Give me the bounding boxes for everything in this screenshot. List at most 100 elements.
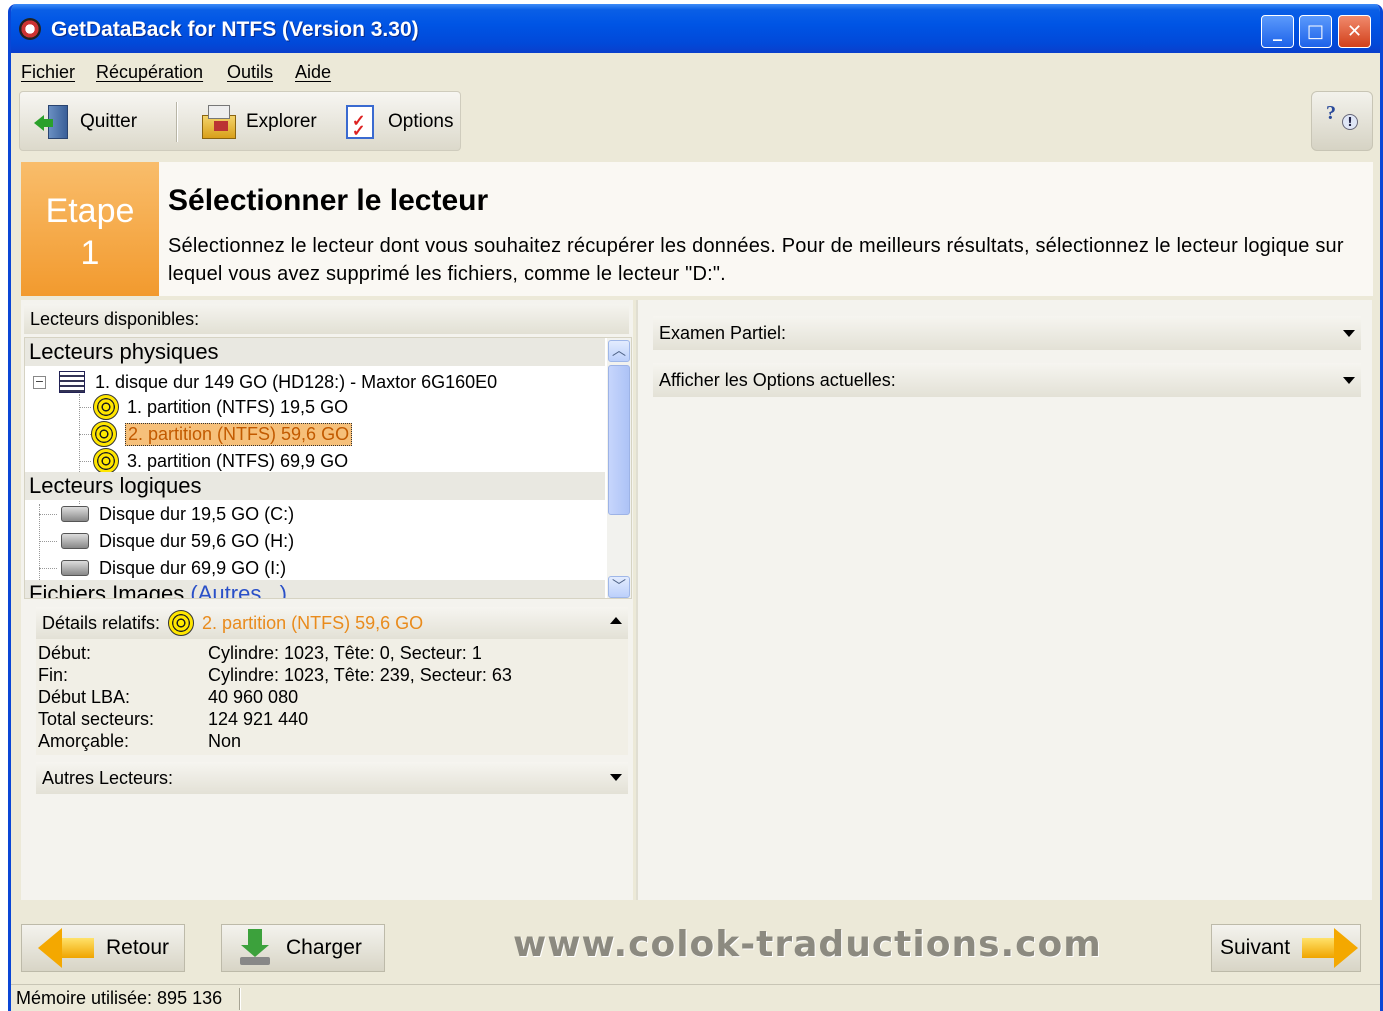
explore-button[interactable]: Explorer xyxy=(200,100,317,144)
next-label: Suivant xyxy=(1220,936,1291,959)
current-options-label: Afficher les Options actuelles: xyxy=(659,370,896,390)
logical-drive-label: Disque dur 59,6 GO (H:) xyxy=(99,530,295,551)
partition-icon xyxy=(168,610,195,636)
next-button[interactable]: Suivant xyxy=(1211,924,1361,972)
tree-connector xyxy=(39,568,57,569)
load-button[interactable]: Charger xyxy=(221,924,385,972)
options-panel: Examen Partiel: Afficher les Options act… xyxy=(636,300,1372,900)
load-label: Charger xyxy=(286,936,362,959)
details-selected: 2. partition (NTFS) 59,6 GO xyxy=(202,612,424,633)
quit-button[interactable]: Quitter xyxy=(34,100,137,144)
collapse-toggle[interactable]: − xyxy=(33,376,46,389)
menu-fichier[interactable]: Fichier xyxy=(21,62,75,83)
tree-item-logical-i[interactable]: Disque dur 69,9 GO (I:) xyxy=(61,555,286,581)
other-drives-label: Autres Lecteurs: xyxy=(42,768,174,788)
arrow-right-icon-body xyxy=(1302,938,1335,958)
details-label: Détails relatifs: xyxy=(42,612,161,633)
status-separator xyxy=(239,988,241,1010)
tree-item-partition-2[interactable]: 2. partition (NTFS) 59,6 GO xyxy=(91,421,353,447)
scroll-up-icon[interactable]: ︿ xyxy=(608,340,630,362)
detail-key: Total secteurs: xyxy=(38,709,155,729)
tree-connector xyxy=(39,504,40,582)
partition-label: 1. partition (NTFS) 19,5 GO xyxy=(127,396,349,417)
close-button[interactable]: ✕ xyxy=(1338,15,1371,48)
detail-value: Cylindre: 1023, Tête: 0, Secteur: 1 xyxy=(208,643,482,663)
menu-aide[interactable]: Aide xyxy=(295,62,331,83)
images-other-link[interactable]: (Autres...) xyxy=(190,581,287,598)
tree-item-partition-3[interactable]: 3. partition (NTFS) 69,9 GO xyxy=(93,448,348,474)
back-button[interactable]: Retour xyxy=(21,924,185,972)
tree-item-physical-disk[interactable]: 1. disque dur 149 GO (HD128:) - Maxtor 6… xyxy=(59,369,497,395)
drives-panel: Lecteurs disponibles: Lecteurs physiques… xyxy=(21,300,633,900)
tree-group-images: Fichiers Images (Autres...) xyxy=(25,580,605,599)
detail-key: Début LBA: xyxy=(38,687,131,707)
options-label: Options xyxy=(388,111,454,132)
other-drives-dropdown[interactable]: Autres Lecteurs: xyxy=(36,762,628,794)
detail-key: Début: xyxy=(38,643,92,663)
current-options-dropdown[interactable]: Afficher les Options actuelles: xyxy=(653,363,1361,397)
step-indicator: Etape 1 xyxy=(21,162,159,296)
arrow-right-icon xyxy=(1334,928,1359,968)
scroll-thumb[interactable] xyxy=(608,365,630,515)
tree-item-partition-1[interactable]: 1. partition (NTFS) 19,5 GO xyxy=(93,394,348,420)
images-group-label: Fichiers Images xyxy=(29,581,185,599)
help-question-icon: ? xyxy=(1326,102,1336,124)
drives-tree[interactable]: Lecteurs physiques − 1. disque dur 149 G… xyxy=(24,337,632,599)
collapse-up-icon[interactable] xyxy=(610,617,622,624)
step-title: Sélectionner le lecteur xyxy=(168,184,489,217)
hard-disk-icon xyxy=(59,371,85,393)
tree-scrollbar[interactable]: ︿ ﹀ xyxy=(607,338,631,598)
partition-icon xyxy=(91,421,117,447)
app-icon xyxy=(19,18,41,40)
details-header[interactable]: Détails relatifs: 2. partition (NTFS) 59… xyxy=(36,607,628,639)
tree-group-logical: Lecteurs logiques xyxy=(25,472,605,500)
maximize-button[interactable]: □ xyxy=(1299,15,1332,48)
partition-icon xyxy=(93,448,119,474)
window-title: GetDataBack for NTFS (Version 3.30) xyxy=(51,18,419,41)
menu-outils[interactable]: Outils xyxy=(227,62,273,83)
tree-item-logical-h[interactable]: Disque dur 59,6 GO (H:) xyxy=(61,528,294,554)
tree-connector xyxy=(39,541,57,542)
physical-disk-label: 1. disque dur 149 GO (HD128:) - Maxtor 6… xyxy=(95,371,498,392)
step-label: Etape xyxy=(45,192,135,230)
step-header: Sélectionner le lecteur Sélectionnez le … xyxy=(159,162,1373,296)
download-arrow-icon xyxy=(240,929,274,967)
help-button[interactable]: ? ! xyxy=(1311,91,1373,151)
scan-dropdown[interactable]: Examen Partiel: xyxy=(653,316,1361,350)
logical-drive-label: Disque dur 19,5 GO (C:) xyxy=(99,503,295,524)
minimize-button[interactable]: _ xyxy=(1261,15,1294,48)
checklist-icon: ✓ ✓ xyxy=(342,103,380,141)
menu-bar: Fichier Récupération Outils Aide xyxy=(11,53,1380,89)
toolbar-separator xyxy=(176,102,178,142)
arrow-left-icon xyxy=(38,928,62,968)
detail-key: Fin: xyxy=(38,665,69,685)
tree-item-logical-c[interactable]: Disque dur 19,5 GO (C:) xyxy=(61,501,294,527)
detail-value: 40 960 080 xyxy=(208,687,299,707)
quit-label: Quitter xyxy=(80,111,138,132)
drive-icon xyxy=(61,506,89,522)
explorer-folder-icon xyxy=(200,103,238,141)
back-label: Retour xyxy=(106,936,170,959)
drive-icon xyxy=(61,533,89,549)
exit-door-icon xyxy=(34,103,72,141)
partition-label-selected: 2. partition (NTFS) 59,6 GO xyxy=(125,422,353,446)
scan-label: Examen Partiel: xyxy=(659,323,787,343)
tree-group-physical: Lecteurs physiques xyxy=(25,338,605,366)
title-bar: GetDataBack for NTFS (Version 3.30) _ □ … xyxy=(11,4,1380,53)
options-button[interactable]: ✓ ✓ Options xyxy=(342,100,453,144)
step-number: 1 xyxy=(80,234,100,272)
details-panel: Détails relatifs: 2. partition (NTFS) 59… xyxy=(36,607,628,755)
chevron-down-icon xyxy=(1343,377,1355,384)
detail-value: Cylindre: 1023, Tête: 239, Secteur: 63 xyxy=(208,665,512,685)
drives-header: Lecteurs disponibles: xyxy=(24,304,629,334)
watermark-text: www.colok-traductions.com xyxy=(513,924,1102,965)
chevron-down-icon xyxy=(1343,330,1355,337)
menu-recuperation[interactable]: Récupération xyxy=(96,62,203,83)
logical-drive-label: Disque dur 69,9 GO (I:) xyxy=(99,557,287,578)
tree-connector xyxy=(79,434,91,435)
tree-connector xyxy=(39,514,57,515)
step-description: Sélectionnez le lecteur dont vous souhai… xyxy=(168,235,1344,285)
partition-icon xyxy=(93,394,119,420)
scroll-down-icon[interactable]: ﹀ xyxy=(608,576,630,598)
chevron-down-icon xyxy=(610,774,622,781)
